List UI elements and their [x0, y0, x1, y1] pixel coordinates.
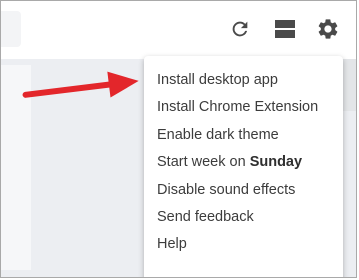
- menu-item-enable-dark-theme[interactable]: Enable dark theme: [157, 126, 279, 144]
- menu-item-install-chrome-extension[interactable]: Install Chrome Extension: [157, 98, 318, 116]
- menu-item-help[interactable]: Help: [157, 235, 187, 253]
- menu-item-disable-sound-effects[interactable]: Disable sound effects: [157, 181, 295, 199]
- gear-icon: [318, 19, 338, 39]
- refresh-icon: [232, 21, 248, 37]
- start-week-day: Sunday: [249, 154, 303, 170]
- view-toggle-icon: [275, 20, 295, 38]
- menu-item-install-desktop-app[interactable]: Install desktop app: [157, 71, 278, 89]
- red-arrow-icon: [22, 71, 139, 98]
- view-toggle-button[interactable]: [272, 16, 298, 42]
- settings-menu: Install desktop app Install Chrome Exten…: [144, 56, 343, 277]
- app-window: Install desktop app Install Chrome Exten…: [0, 0, 357, 278]
- search-box[interactable]: [1, 11, 21, 47]
- refresh-button[interactable]: [227, 16, 253, 42]
- menu-item-send-feedback[interactable]: Send feedback: [157, 208, 254, 226]
- settings-button[interactable]: [315, 16, 341, 42]
- start-week-label: Start week on: [157, 154, 250, 170]
- menu-item-start-week[interactable]: Start week on Sunday: [157, 153, 302, 171]
- top-toolbar: [1, 1, 356, 59]
